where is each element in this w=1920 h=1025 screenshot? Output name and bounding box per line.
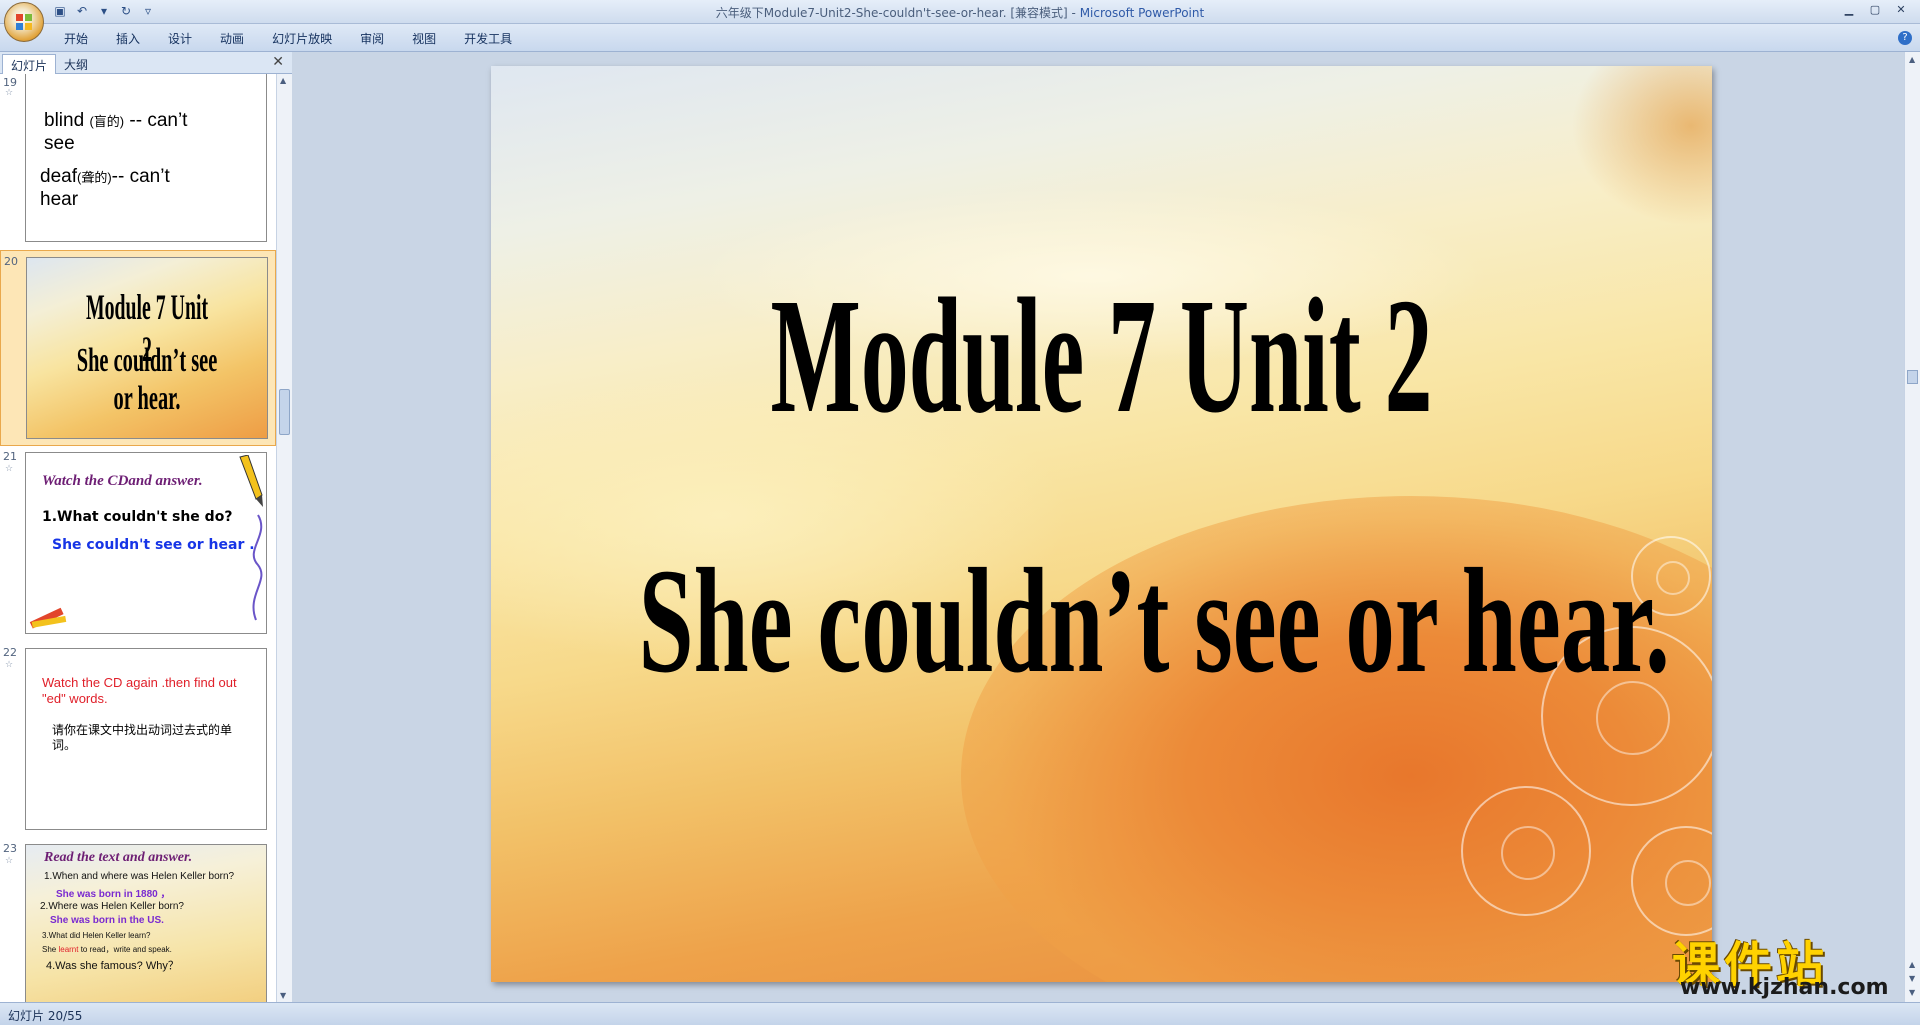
document-title: 六年级下Module7-Unit2-She-couldn't-see-or-he… — [715, 6, 1080, 20]
animation-star-icon: ☆ — [5, 660, 14, 670]
tab-slides[interactable]: 幻灯片 — [2, 54, 57, 74]
scroll-down-icon[interactable]: ▼ — [280, 991, 286, 1000]
slide-number: 23 — [3, 842, 17, 855]
tab-review[interactable]: 审阅 — [346, 30, 398, 47]
office-logo-icon — [16, 14, 33, 31]
tab-outline[interactable]: 大纲 — [56, 54, 96, 74]
ribbon-tabs-bar: 开始 插入 设计 动画 幻灯片放映 审阅 视图 开发工具 ? — [0, 24, 1920, 52]
slide-number: 20 — [4, 255, 18, 268]
previous-slide-icon[interactable]: ▲ — [1909, 960, 1915, 969]
animation-star-icon: ☆ — [5, 88, 14, 98]
slide-number: 22 — [3, 646, 17, 659]
status-bar: 幻灯片 20/55 — [0, 1002, 1920, 1025]
tab-design[interactable]: 设计 — [154, 30, 206, 47]
background-corner — [1571, 66, 1712, 226]
slide-counter: 幻灯片 20/55 — [8, 1009, 83, 1023]
scroll-up-icon[interactable]: ▲ — [280, 76, 286, 85]
watermark-logo: 课件站 www.kjzhan.com — [1668, 925, 1904, 1001]
flower-decoration — [1461, 786, 1591, 916]
thumb-heading: Read the text and answer. — [44, 850, 193, 865]
thumbnail-frame: Watch the CDand answer. 1.What couldn't … — [25, 452, 267, 634]
thumb-a3: She learnt to read，write and speak. — [42, 945, 172, 954]
thumbnail-slide-19[interactable]: 19 ☆ blind (盲的) -- can’t see deaf(聋的)-- … — [0, 74, 276, 250]
thumb-q3: 3.What did Helen Keller learn? — [42, 931, 151, 940]
slide-subtitle: She couldn’t see or hear. — [638, 538, 1670, 704]
current-slide[interactable]: Module 7 Unit 2 She couldn’t see or hear… — [491, 66, 1712, 982]
title-bar: ▣ ↶ ▾ ↻ ▿ 六年级下Module7-Unit2-She-couldn't… — [0, 0, 1920, 42]
scrollbar-thumb[interactable] — [279, 389, 290, 435]
thumb-chinese-instruction: 请你在课文中找出动词过去式的单词。 — [52, 723, 233, 752]
scroll-up-icon[interactable]: ▲ — [1909, 55, 1915, 64]
office-button[interactable] — [4, 2, 44, 42]
thumb-question: 1.What couldn't she do? — [42, 509, 233, 525]
tab-view[interactable]: 视图 — [398, 30, 450, 47]
thumbnail-slide-22[interactable]: 22 ☆ Watch the CD again .then find out "… — [0, 642, 276, 838]
window-controls: ▁ ▢ ✕ — [1836, 1, 1914, 19]
thumbnail-slide-23[interactable]: 23 ☆ Read the text and answer. 1.When an… — [0, 838, 276, 1002]
thumbnail-list: 19 ☆ blind (盲的) -- can’t see deaf(聋的)-- … — [0, 74, 276, 1002]
close-pane-icon[interactable]: ✕ — [272, 54, 284, 70]
minimize-icon[interactable]: ▁ — [1836, 1, 1862, 19]
tab-slideshow[interactable]: 幻灯片放映 — [258, 30, 346, 47]
thumb-heading: Watch the CDand answer. — [42, 473, 203, 489]
thumb-text-hear: hear — [40, 189, 79, 210]
pencil-icon — [239, 455, 263, 621]
thumbnail-slide-20[interactable]: 20 Module 7 Unit 2 She couldn’t see or h… — [0, 250, 276, 446]
animation-star-icon: ☆ — [5, 464, 14, 474]
tab-home[interactable]: 开始 — [50, 30, 102, 47]
tab-animations[interactable]: 动画 — [206, 30, 258, 47]
ribbon-tabs: 开始 插入 设计 动画 幻灯片放映 审阅 视图 开发工具 — [50, 30, 526, 47]
thumbnail-scrollbar[interactable]: ▲ ▼ — [276, 74, 292, 1002]
tab-developer[interactable]: 开发工具 — [450, 30, 526, 47]
slide-title: Module 7 Unit 2 — [770, 264, 1433, 447]
thumb-text-blind: blind (盲的) -- can’t — [44, 110, 188, 131]
close-window-icon[interactable]: ✕ — [1888, 1, 1914, 19]
thumbnail-frame: Read the text and answer. 1.When and whe… — [25, 844, 267, 1002]
thumb-text-see: see — [44, 133, 75, 154]
next-slide-icon[interactable]: ▼ — [1909, 974, 1915, 983]
thumb-answer: She couldn't see or hear . — [52, 537, 255, 553]
thumbnail-frame: blind (盲的) -- can’t see deaf(聋的)-- can’t… — [25, 74, 267, 242]
thumb-q2: 2.Where was Helen Keller born? — [40, 901, 184, 912]
scroll-down-icon[interactable]: ▼ — [1909, 988, 1915, 997]
thumbnail-frame: Watch the CD again .then find out "ed" w… — [25, 648, 267, 830]
window-title: 六年级下Module7-Unit2-She-couldn't-see-or-he… — [0, 4, 1920, 21]
thumb-a1: She was born in 1880 ， — [56, 889, 171, 900]
pane-tabs: 幻灯片 大纲 ✕ — [0, 52, 292, 74]
thumb-text-deaf: deaf(聋的)-- can’t — [40, 166, 170, 187]
maximize-icon[interactable]: ▢ — [1862, 1, 1888, 19]
thumbnail-slide-21[interactable]: 21 ☆ Watch the CDand answer. 1.What coul… — [0, 446, 276, 642]
app-name: Microsoft PowerPoint — [1079, 6, 1205, 20]
scrollbar-thumb[interactable] — [1907, 370, 1918, 384]
slide-scrollbar[interactable]: ▲ ▲ ▼ ▼ — [1904, 52, 1920, 1002]
thumb-instruction: Watch the CD again .then find out "ed" w… — [42, 675, 237, 706]
thumb-q4: 4.Was she famous? Why？ — [46, 960, 179, 972]
watermark-url: www.kjzhan.com — [1680, 975, 1889, 1000]
slide-number: 21 — [3, 450, 17, 463]
animation-star-icon: ☆ — [5, 856, 14, 866]
thumb-a2: She was born in the US. — [50, 915, 164, 926]
thumbnail-frame: Module 7 Unit 2 She couldn’t see or hear… — [26, 257, 268, 439]
thumb-q1: 1.When and where was Helen Keller born? — [44, 871, 235, 882]
tab-insert[interactable]: 插入 — [102, 30, 154, 47]
help-icon[interactable]: ? — [1898, 31, 1912, 45]
slides-pane: 幻灯片 大纲 ✕ 19 ☆ blind (盲的) -- can’t see de… — [0, 52, 292, 1002]
thumb-subtitle: She couldn’t see or hear. — [76, 342, 218, 417]
crayons-icon — [29, 607, 67, 629]
